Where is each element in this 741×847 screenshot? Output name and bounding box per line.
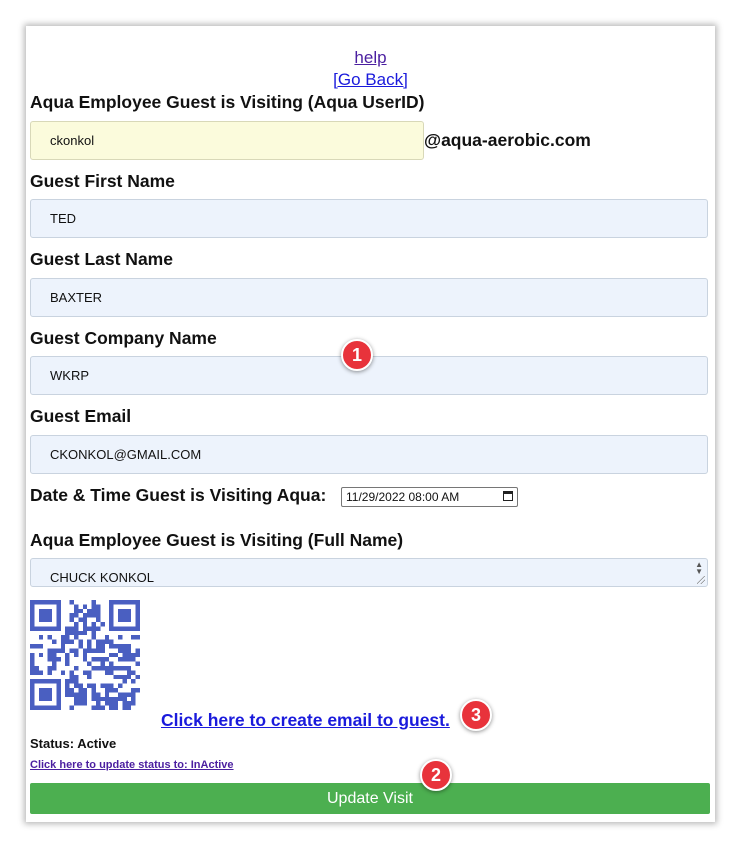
callout-badge-1: 1 xyxy=(341,339,373,371)
resize-grip-icon[interactable] xyxy=(697,576,705,584)
last-name-input[interactable] xyxy=(30,278,708,317)
employee-fullname-textarea[interactable]: CHUCK KONKOL ▲ ▼ xyxy=(30,558,708,587)
employee-fullname-value: CHUCK KONKOL xyxy=(50,570,155,585)
guest-visit-form-panel: help [Go Back] Aqua Employee Guest is Vi… xyxy=(26,26,715,822)
status-text: Status: Active xyxy=(30,736,117,751)
update-status-link[interactable]: Click here to update status to: InActive xyxy=(30,759,234,771)
callout-badge-3: 3 xyxy=(460,699,492,731)
employee-fullname-label: Aqua Employee Guest is Visiting (Full Na… xyxy=(30,530,404,550)
update-visit-button[interactable]: Update Visit xyxy=(30,783,710,814)
textarea-scroll-arrows[interactable]: ▲ ▼ xyxy=(695,561,703,576)
guest-email-input[interactable] xyxy=(30,435,708,474)
email-domain-suffix: @aqua-aerobic.com xyxy=(424,130,591,150)
help-link[interactable]: help xyxy=(26,48,715,68)
first-name-input[interactable] xyxy=(30,199,708,238)
last-name-label: Guest Last Name xyxy=(30,249,173,269)
company-name-label: Guest Company Name xyxy=(30,328,217,348)
go-back-link[interactable]: [Go Back] xyxy=(26,70,715,90)
visit-datetime-label: Date & Time Guest is Visiting Aqua: xyxy=(30,485,327,505)
first-name-label: Guest First Name xyxy=(30,171,175,191)
visit-datetime-value: 11/29/2022 08:00 AM xyxy=(346,490,460,504)
visit-datetime-input[interactable]: 11/29/2022 08:00 AM xyxy=(341,487,518,507)
create-email-link[interactable]: Click here to create email to guest. xyxy=(161,710,450,731)
calendar-icon[interactable] xyxy=(503,491,513,501)
callout-badge-2: 2 xyxy=(420,759,452,791)
employee-userid-input[interactable] xyxy=(30,121,424,160)
employee-userid-label: Aqua Employee Guest is Visiting (Aqua Us… xyxy=(30,92,425,112)
guest-email-label: Guest Email xyxy=(30,406,132,426)
qr-code-icon xyxy=(30,600,140,710)
